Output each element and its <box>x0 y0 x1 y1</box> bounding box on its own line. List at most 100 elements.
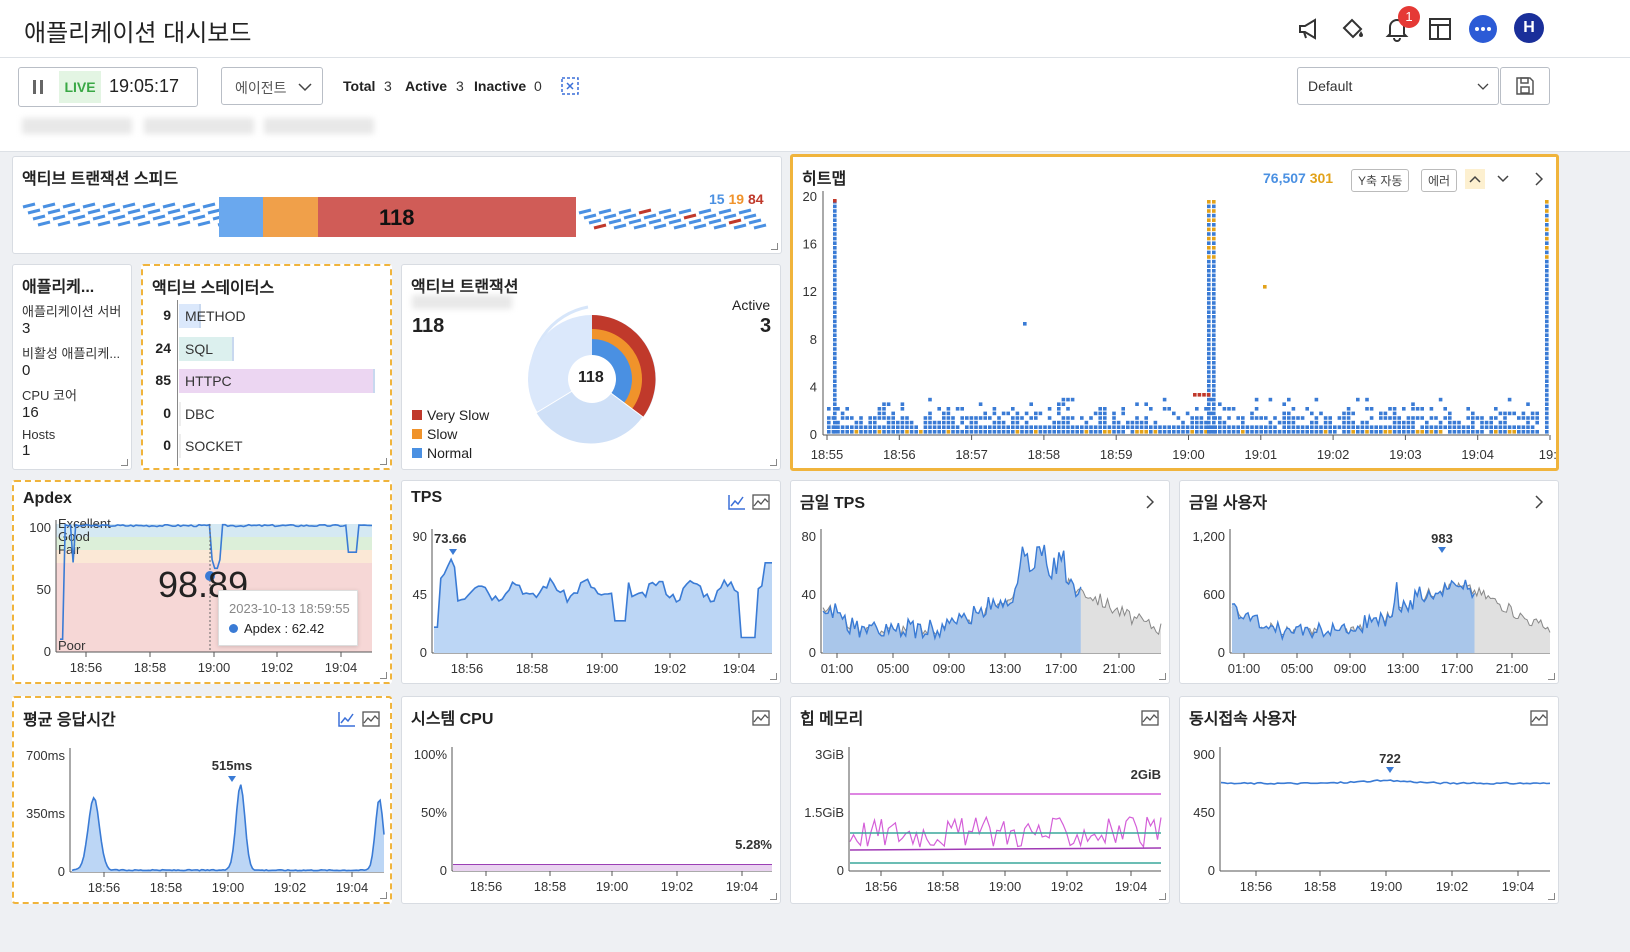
legend-item: Very Slow <box>412 405 489 424</box>
heatmap-cell <box>1512 411 1516 416</box>
speed-bar <box>471 197 474 237</box>
tick-label: 19:00 <box>596 879 629 894</box>
save-icon[interactable] <box>1500 67 1550 105</box>
avatar[interactable]: H <box>1514 13 1544 43</box>
chevron-right-icon[interactable] <box>1529 169 1549 189</box>
resize-handle[interactable] <box>1159 673 1166 680</box>
tick-label: 0 <box>810 427 817 442</box>
preset-select[interactable]: Default <box>1297 67 1499 105</box>
agent-select[interactable]: 에이전트 <box>221 67 323 105</box>
tick-label: 19:00 <box>1172 447 1205 462</box>
status-row[interactable]: 0 SOCKET <box>143 432 390 465</box>
chevron-down-icon[interactable] <box>1493 169 1513 189</box>
resize-handle[interactable] <box>770 459 777 466</box>
app-info-value: 1 <box>22 442 31 459</box>
pause-icon[interactable] <box>19 68 57 106</box>
heatmap-cell <box>1392 430 1397 434</box>
status-row[interactable]: 9 METHOD <box>143 302 390 335</box>
status-row[interactable]: 0 DBC <box>143 400 390 433</box>
heatmap-cell <box>1443 425 1447 429</box>
filter-clear-icon[interactable] <box>560 76 580 101</box>
heatmap-cell <box>1212 301 1216 305</box>
heatmap-cell <box>1093 425 1098 429</box>
heatmap-cell <box>1011 425 1015 429</box>
today-users-chart[interactable]: 1,200 600 001:00 05:00 09:00 13:00 17:00 21:00 9… <box>1180 481 1558 683</box>
tick-label: 18:56 <box>88 880 121 895</box>
resize-handle[interactable] <box>1548 673 1555 680</box>
heatmap-cell <box>1195 407 1199 411</box>
heatmap-cell <box>1503 420 1507 425</box>
speed-particle <box>678 208 692 215</box>
heatmap-cell <box>1323 425 1328 429</box>
system-cpu-chart[interactable]: 100% 50% 0 18:56 18:58 19:00 19:02 19:04 5.28% <box>402 697 780 903</box>
speed-bar <box>456 197 459 237</box>
app-info-item: Hosts 1 <box>22 427 131 459</box>
legend-swatch <box>412 428 422 439</box>
heap-memory-chart[interactable]: 3GiB 1.5GiB 0 18:56 18:58 19:00 19:02 19:04 2GiB <box>791 697 1169 903</box>
active-tx-total: 118 <box>412 315 445 337</box>
heatmap-cell <box>1066 425 1070 429</box>
heatmap-cell <box>1103 430 1107 434</box>
heatmap-cell <box>1218 420 1222 425</box>
heatmap-cell <box>1282 430 1286 434</box>
resize-handle[interactable] <box>380 458 387 465</box>
heatmap-chart[interactable]: 20 16 12 8 4 0 18:55 18:56 18:57 18:58 18:59 19:00 1… <box>793 187 1557 469</box>
chat-icon[interactable] <box>1468 14 1498 44</box>
heatmap-cell <box>997 430 1001 434</box>
resize-handle[interactable] <box>121 459 128 466</box>
heatmap-cell <box>1521 430 1526 434</box>
heatmap-cell <box>1535 416 1539 420</box>
tick-label: 19:00 <box>198 660 231 675</box>
chevron-up-icon[interactable] <box>1465 169 1485 189</box>
layout-icon[interactable] <box>1425 14 1455 44</box>
heatmap-cell <box>1521 416 1526 420</box>
heatmap-cell <box>960 430 964 434</box>
status-bar <box>179 434 181 458</box>
status-row[interactable]: 85 HTTPC <box>143 367 390 400</box>
tick-label: 01:00 <box>1228 661 1261 676</box>
live-badge[interactable]: LIVE <box>59 71 101 103</box>
speed-bar <box>336 197 339 237</box>
resize-handle[interactable] <box>770 893 777 900</box>
heatmap-cell <box>833 351 837 356</box>
heatmap-cell <box>1402 430 1406 434</box>
tick-label: 18:57 <box>955 447 988 462</box>
speed-bar <box>357 197 360 237</box>
heatmap-cell <box>992 430 997 434</box>
tick-label: 0 <box>58 864 65 879</box>
cpu-area <box>453 865 772 871</box>
speed-particle <box>32 214 46 221</box>
speed-bar <box>234 197 237 237</box>
resize-handle[interactable] <box>1159 893 1166 900</box>
tick-label: 19:04 <box>1461 447 1494 462</box>
heatmap-cell <box>1070 430 1075 434</box>
active-speed-panel: 액티브 트랜잭션 스피드 118 15 19 84 <box>12 156 782 254</box>
heatmap-cell <box>840 425 845 429</box>
resize-handle[interactable] <box>380 892 387 899</box>
concurrent-users-chart[interactable]: 900 450 0 18:56 18:58 19:00 19:02 19:04 722 <box>1180 697 1558 903</box>
heatmap-cell <box>833 301 837 305</box>
heatmap-cell <box>1212 347 1216 351</box>
megaphone-icon[interactable] <box>1295 14 1325 44</box>
heatmap-cell <box>833 264 837 268</box>
paint-bucket-icon[interactable] <box>1338 14 1368 44</box>
status-row[interactable]: 24 SQL <box>143 335 390 368</box>
heatmap-cell <box>1061 430 1066 434</box>
resize-handle[interactable] <box>770 673 777 680</box>
heatmap-cell <box>1466 425 1470 429</box>
heatmap-cell <box>1006 430 1010 434</box>
resize-handle[interactable] <box>771 243 778 250</box>
speed-bar <box>249 197 252 237</box>
resize-handle[interactable] <box>1548 893 1555 900</box>
heatmap-cell <box>1218 425 1222 429</box>
resize-handle[interactable] <box>380 672 387 679</box>
panel-title: 액티브 스테이터스 <box>152 280 275 297</box>
speed-particle <box>603 213 617 220</box>
heatmap-cell <box>1218 416 1222 420</box>
heatmap-cell <box>1121 430 1125 434</box>
tps-chart[interactable]: 90 45 0 18:56 18:58 19:00 19:02 19:04 73.66 <box>402 481 780 683</box>
today-tps-chart[interactable]: 80 40 0 01:00 05:00 09:00 13:00 17:00 21:00 <box>791 481 1169 683</box>
speed-particle <box>137 220 151 227</box>
avg-response-chart[interactable]: 700ms 350ms 0 18:56 18:58 19:00 19:02 19:04 515m… <box>14 698 390 902</box>
heatmap-cell <box>937 420 941 425</box>
